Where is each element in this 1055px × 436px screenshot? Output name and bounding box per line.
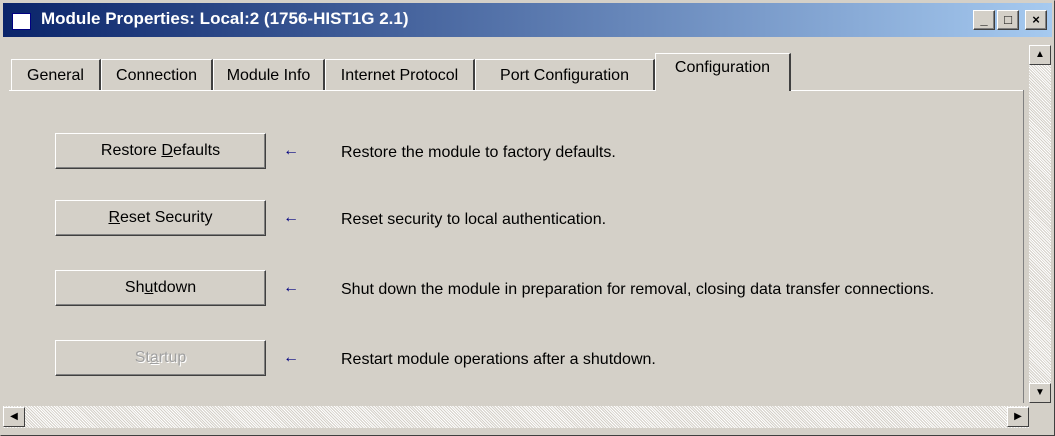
reset-security-button[interactable]: Reset Security	[55, 200, 266, 236]
startup-button: Startup	[55, 340, 266, 376]
restore-defaults-arrow-icon: ←	[283, 142, 299, 159]
properties-content: General Connection Module Info Internet …	[9, 45, 1024, 403]
scroll-right-button[interactable]: ▶	[1007, 407, 1029, 427]
tab-module-info[interactable]: Module Info	[213, 59, 325, 90]
resize-grip[interactable]	[1029, 406, 1051, 428]
startup-description: Restart module operations after a shutdo…	[341, 351, 656, 368]
shutdown-button[interactable]: Shutdown	[55, 270, 266, 306]
minimize-icon: _	[980, 12, 988, 27]
tab-general[interactable]: General	[11, 59, 101, 90]
restore-defaults-label: Restore Defaults	[100, 142, 221, 159]
panel-edge	[1023, 90, 1024, 403]
window-title: Module Properties: Local:2 (1756-HIST1G …	[41, 9, 409, 28]
horizontal-scrollbar[interactable]: ◀ ▶	[3, 406, 1029, 428]
close-icon: ×	[1032, 12, 1040, 27]
startup-label: Startup	[134, 349, 187, 366]
minimize-button[interactable]: _	[973, 10, 995, 30]
tab-divider	[9, 90, 1024, 91]
shutdown-label: Shutdown	[124, 279, 197, 296]
scroll-left-button[interactable]: ◀	[3, 407, 25, 427]
module-properties-window: Module Properties: Local:2 (1756-HIST1G …	[0, 0, 1055, 436]
restore-defaults-button[interactable]: Restore Defaults	[55, 133, 266, 169]
shutdown-description: Shut down the module in preparation for …	[341, 281, 935, 298]
close-button[interactable]: ×	[1025, 10, 1047, 30]
tab-internet-protocol[interactable]: Internet Protocol	[325, 59, 475, 90]
startup-arrow-icon: ←	[283, 349, 299, 366]
reset-security-label: Reset Security	[108, 209, 213, 226]
maximize-button[interactable]: □	[997, 10, 1019, 30]
vertical-scrollbar[interactable]: ▲ ▼	[1029, 45, 1051, 403]
maximize-icon: □	[1004, 12, 1012, 27]
reset-security-arrow-icon: ←	[283, 209, 299, 226]
tab-connection[interactable]: Connection	[101, 59, 213, 90]
restore-defaults-description: Restore the module to factory defaults.	[341, 144, 616, 161]
tab-configuration[interactable]: Configuration	[655, 53, 791, 91]
title-bar[interactable]: Module Properties: Local:2 (1756-HIST1G …	[3, 3, 1052, 37]
shutdown-arrow-icon: ←	[283, 279, 299, 296]
reset-security-description: Reset security to local authentication.	[341, 211, 607, 228]
window-icon	[12, 13, 31, 30]
scroll-down-button[interactable]: ▼	[1029, 383, 1051, 403]
tab-port-configuration[interactable]: Port Configuration	[475, 59, 655, 90]
scroll-up-button[interactable]: ▲	[1029, 45, 1051, 65]
